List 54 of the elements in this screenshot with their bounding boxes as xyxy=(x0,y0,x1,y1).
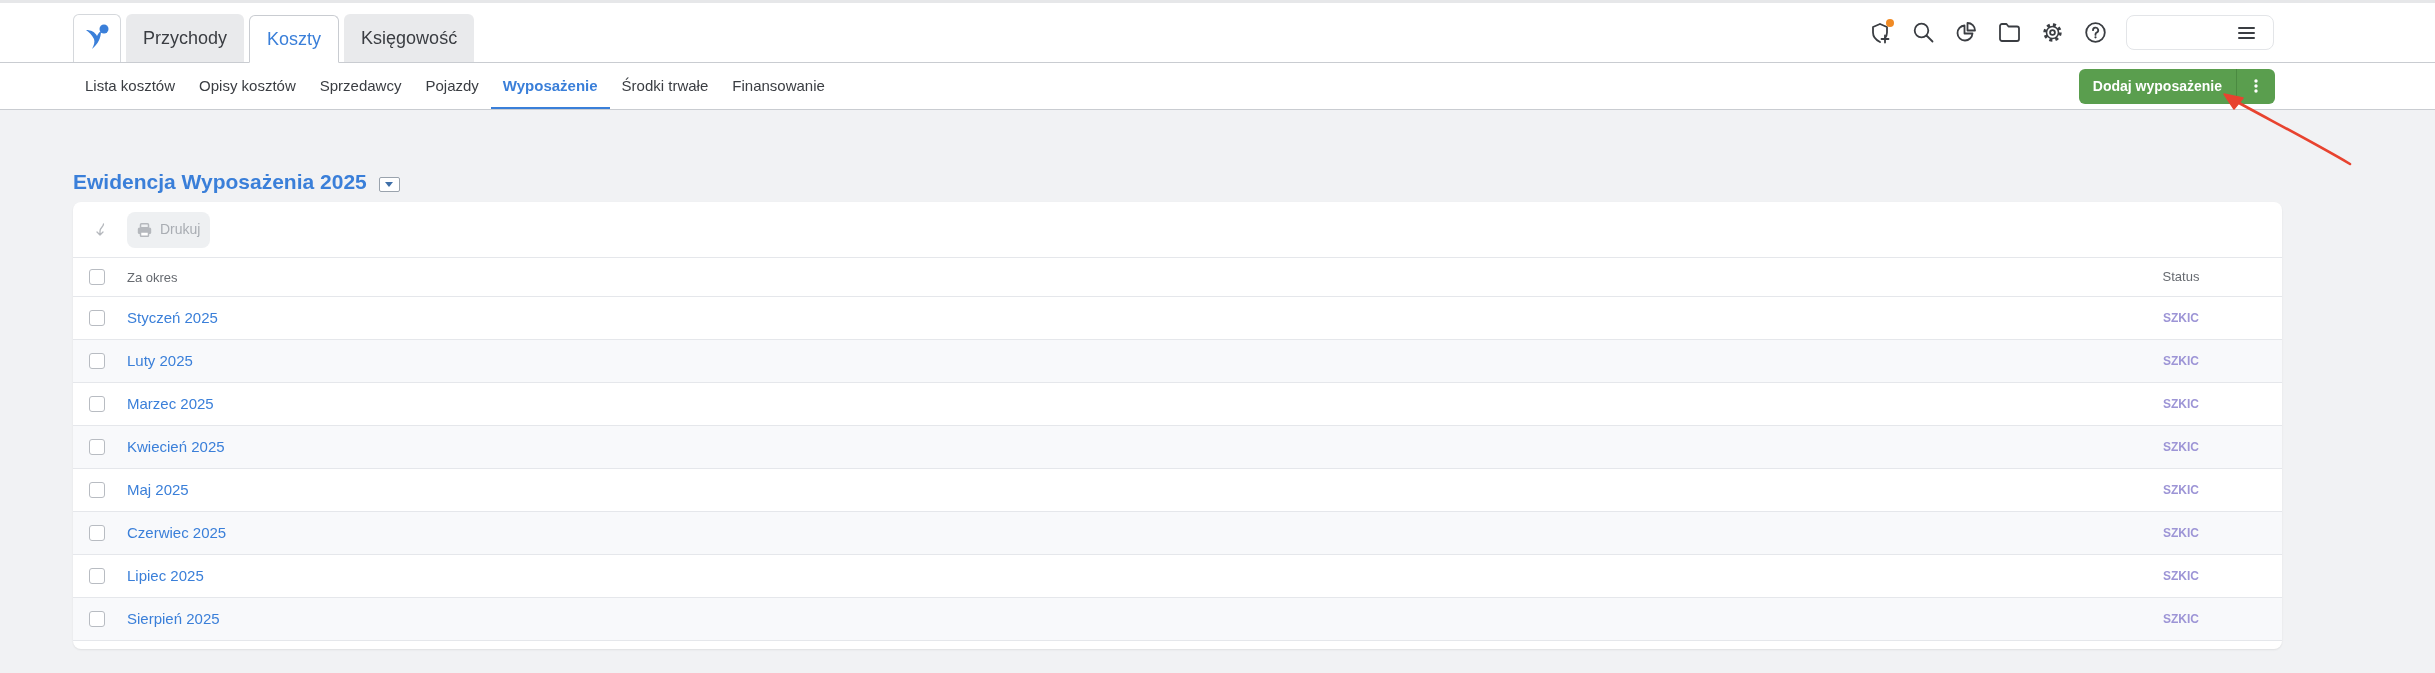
period-link[interactable]: Styczeń 2025 xyxy=(127,309,218,326)
caret-down-icon xyxy=(385,181,394,187)
period-link[interactable]: Marzec 2025 xyxy=(127,395,214,412)
period-link[interactable]: Luty 2025 xyxy=(127,352,193,369)
row-checkbox[interactable] xyxy=(89,568,105,584)
user-menu-button[interactable] xyxy=(2126,15,2274,50)
sub-navigation-link[interactable]: Pojazdy xyxy=(413,63,491,109)
row-checkbox[interactable] xyxy=(89,482,105,498)
sub-navigation-link[interactable]: Sprzedawcy xyxy=(307,63,414,109)
more-options-button[interactable] xyxy=(2236,68,2275,104)
module-tab[interactable]: Koszty xyxy=(249,15,340,63)
column-header: Status xyxy=(2162,268,2200,287)
add-equipment-button[interactable]: Dodaj wyposażenie xyxy=(2078,68,2236,104)
status-label: SZKIC xyxy=(2163,482,2199,499)
period-link[interactable]: Lipiec 2025 xyxy=(127,567,204,584)
status-label: SZKIC xyxy=(2163,396,2199,413)
sort-arrow-icon[interactable] xyxy=(95,223,105,236)
menu-icon xyxy=(2238,26,2255,39)
vertical-dots-icon xyxy=(2254,79,2258,93)
module-tab[interactable]: Przychody xyxy=(126,14,245,62)
sub-navigation-link[interactable]: Wyposażenie xyxy=(490,63,610,109)
period-link[interactable]: Sierpień 2025 xyxy=(127,610,220,627)
row-checkbox[interactable] xyxy=(89,611,105,627)
settings-icon[interactable] xyxy=(2042,22,2063,43)
status-label: SZKIC xyxy=(2163,525,2199,542)
search-icon[interactable] xyxy=(1913,22,1934,43)
sub-navigation-link[interactable]: Lista kosztów xyxy=(73,63,188,109)
select-all-checkbox[interactable] xyxy=(89,269,105,285)
folder-icon[interactable] xyxy=(1999,23,2020,42)
status-label: SZKIC xyxy=(2163,611,2199,628)
pie-chart-icon[interactable] xyxy=(1956,22,1977,43)
status-label: SZKIC xyxy=(2163,439,2199,456)
row-checkbox[interactable] xyxy=(89,396,105,412)
period-link[interactable]: Czerwiec 2025 xyxy=(127,524,227,541)
status-label: SZKIC xyxy=(2163,310,2199,327)
register-title: Ewidencja Wyposażenia 2025 xyxy=(73,169,367,196)
row-checkbox[interactable] xyxy=(89,353,105,369)
sub-navigation-link[interactable]: Opisy kosztów xyxy=(187,63,308,109)
column-header: Za okres xyxy=(127,270,178,285)
sub-navigation-link[interactable]: Finansowanie xyxy=(720,63,837,109)
status-label: SZKIC xyxy=(2163,568,2199,585)
year-dropdown-button[interactable] xyxy=(378,176,400,192)
status-label: SZKIC xyxy=(2163,353,2199,370)
home-tab[interactable] xyxy=(73,14,121,62)
row-checkbox[interactable] xyxy=(89,310,105,326)
period-link[interactable]: Maj 2025 xyxy=(127,481,189,498)
shield-plus-icon[interactable] xyxy=(1870,21,1891,44)
module-tab[interactable]: Księgowość xyxy=(344,14,475,62)
printer-icon xyxy=(137,222,152,237)
row-checkbox[interactable] xyxy=(89,439,105,455)
sub-navigation-link[interactable]: Środki trwałe xyxy=(609,63,721,109)
row-checkbox[interactable] xyxy=(89,525,105,541)
period-link[interactable]: Kwiecień 2025 xyxy=(127,438,225,455)
help-icon[interactable] xyxy=(2085,22,2106,43)
